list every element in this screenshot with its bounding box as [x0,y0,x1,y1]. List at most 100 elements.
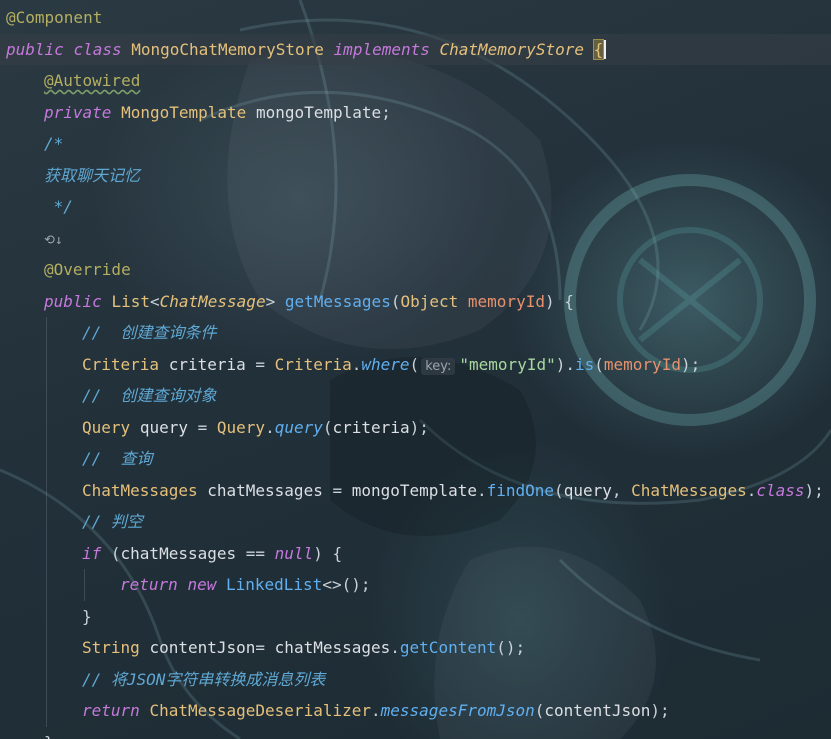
code-token: implements [333,39,430,59]
code-line[interactable]: String contentJson= chatMessages.getCont… [0,632,831,664]
code-line[interactable]: // 将JSON字符串转换成消息列表 [0,663,831,695]
parameter-hint: key: [421,357,456,375]
code-token: "memoryId" [459,354,556,374]
code-token: if [82,543,102,563]
code-token: private [44,102,112,122]
code-token: @Component [6,8,103,27]
code-token: { [592,38,605,60]
code-line-content: public List<ChatMessage> getMessages(Obj… [44,286,574,318]
code-token: chatMessages [120,543,237,563]
code-token: query [139,417,188,437]
code-token: contentJson [544,701,651,720]
code-line[interactable]: @Component [0,2,831,34]
code-token: @Autowired [44,71,141,90]
code-line[interactable]: @Autowired [0,65,831,97]
code-token: 获取聊天记忆 [44,165,141,185]
code-token: ); [409,417,429,437]
code-token: < [149,291,160,311]
indent-guide [46,348,47,380]
code-token: ( [534,701,545,720]
code-line-content: @Override [44,254,131,286]
code-line[interactable]: // 判空 [0,506,831,538]
code-token: messagesFromJson [380,701,535,720]
code-line-content: */ [44,191,73,223]
code-token: ). [555,354,575,374]
code-line[interactable]: return new LinkedList<>(); [0,569,831,601]
indent-guide [46,600,47,632]
code-line[interactable]: ⟲↓ [0,223,831,255]
code-line[interactable]: ChatMessages chatMessages = mongoTemplat… [0,474,831,507]
code-token: getMessages [284,291,391,311]
code-token: ; [381,102,391,122]
indent-guide [46,695,47,727]
code-line-content: return new LinkedList<>(); [120,569,370,601]
code-token: mongoTemplate [351,480,477,500]
code-line-content: } [44,727,54,739]
code-line[interactable]: } [0,600,831,632]
indent-guide [46,537,47,569]
code-line[interactable]: /* [0,128,831,160]
code-line[interactable]: if (chatMessages == null) { [0,537,831,569]
code-line[interactable]: } [0,727,831,739]
code-line-content: /* [44,128,63,160]
code-token: == [236,543,275,563]
indent-guide [46,317,47,349]
code-line-content: 获取聊天记忆 [44,160,140,192]
code-token: . [351,354,362,374]
code-line[interactable]: private MongoTemplate mongoTemplate; [0,97,831,129]
code-token: ChatMessage [159,291,266,311]
code-token: // 创建查询条件 [82,323,217,342]
code-line-content: String contentJson= chatMessages.getCont… [82,632,525,664]
code-line[interactable]: public class MongoChatMemoryStore implem… [0,33,831,66]
code-token: */ [44,197,73,216]
code-line[interactable]: Query query = Query.query(criteria); [0,411,831,443]
indent-guide [46,569,47,601]
code-token: <>(); [322,575,371,594]
code-token: contentJson [149,638,256,657]
code-line-content: return ChatMessageDeserializer.messagesF… [82,695,670,727]
code-token: String [82,638,140,657]
code-token: LinkedList [225,575,323,594]
code-token: where [361,354,410,374]
indent-guide [46,506,47,538]
code-line[interactable]: 获取聊天记忆 [0,160,831,192]
code-line-content: private MongoTemplate mongoTemplate; [44,97,391,129]
code-editor[interactable]: @Component public class MongoChatMemorySt… [0,0,831,739]
code-line[interactable]: // 创建查询条件 [0,317,831,349]
code-token: . [390,638,400,657]
code-line[interactable]: */ [0,191,831,223]
code-token: ( [554,480,564,500]
code-token: } [82,606,92,626]
code-line-content: ChatMessages chatMessages = mongoTemplat… [82,475,824,507]
code-token: = [245,354,275,374]
indent-guide [46,411,47,443]
code-token: ChatMessageDeserializer [149,701,371,720]
code-token: mongoTemplate [255,102,382,122]
code-token: return [120,575,178,594]
code-token: // 查询 [82,449,153,468]
code-token: criteria [332,417,410,437]
code-token: ( [594,354,604,374]
code-token: findOne [486,480,555,500]
code-line[interactable]: return ChatMessageDeserializer.messagesF… [0,695,831,727]
code-line[interactable]: // 创建查询对象 [0,380,831,412]
code-line[interactable]: // 查询 [0,443,831,475]
code-token: class [756,480,805,500]
code-line[interactable]: Criteria criteria = Criteria.where(key: "… [0,348,831,380]
code-token: getContent [399,638,497,657]
code-line-content: public class MongoChatMemoryStore implem… [6,34,607,66]
code-line-content: // 创建查询条件 [82,317,217,349]
code-token: List [111,291,150,311]
code-line[interactable]: @Override [0,254,831,286]
indent-guide [46,380,47,412]
code-line[interactable]: public List<ChatMessage> getMessages(Obj… [0,286,831,318]
